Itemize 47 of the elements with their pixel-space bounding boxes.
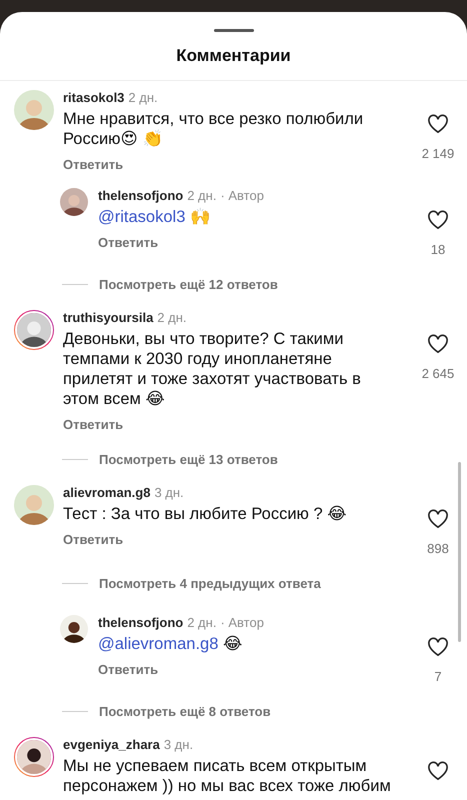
author-label: · Автор [220, 615, 264, 630]
like-count: 7 [434, 669, 442, 684]
mention-link[interactable]: @alievroman.g8 [98, 635, 218, 653]
reply-link[interactable]: Ответить [63, 417, 124, 432]
like-count: 2 645 [422, 366, 454, 381]
view-replies-link[interactable]: Посмотреть ещё 8 ответов [99, 704, 271, 719]
reply-link[interactable]: Ответить [63, 532, 124, 547]
heart-icon[interactable] [427, 334, 449, 354]
reply-link[interactable]: Ответить [63, 157, 124, 172]
username[interactable]: alievroman.g8 [63, 485, 150, 500]
heart-icon[interactable] [427, 114, 449, 134]
heart-icon[interactable] [427, 761, 449, 781]
like-count: 2 149 [422, 146, 454, 161]
timestamp: 3 дн. [154, 485, 184, 500]
heart-icon[interactable] [427, 637, 449, 657]
drag-handle[interactable] [214, 29, 254, 32]
reply-link[interactable]: Ответить [98, 662, 158, 677]
story-ring[interactable] [14, 737, 54, 777]
author-label: · Автор [220, 188, 264, 203]
like-count: 18 [430, 242, 446, 257]
comment-text: Девоньки, вы что творите? С такими темпами к 2030 году инопланетяне прилетят и тоже захотят участвовать в этом всем 😂 [63, 329, 362, 409]
timestamp: 2 дн. [187, 615, 216, 630]
view-replies-link[interactable]: Посмотреть ещё 12 ответов [99, 277, 278, 292]
heart-icon[interactable] [427, 210, 449, 230]
mention-link[interactable]: @ritasokol3 [98, 208, 186, 226]
username[interactable]: thelensofjono [98, 188, 184, 203]
heart-icon[interactable] [427, 509, 449, 529]
story-ring[interactable] [14, 310, 54, 350]
comment-text: Мы не успеваем писать всем открытым персонажем )) но мы вас всех тоже любим [63, 756, 392, 796]
comment-text: Тест : За что вы любите Россию ? 😂 [63, 504, 348, 524]
scrollbar[interactable] [458, 462, 461, 642]
comment-text: 🙌 [190, 208, 211, 226]
username[interactable]: thelensofjono [98, 615, 184, 630]
timestamp: 2 дн. [128, 90, 158, 105]
view-replies-link[interactable]: Посмотреть 4 предыдущих ответа [99, 576, 321, 591]
username[interactable]: truthisyoursila [63, 310, 154, 325]
timestamp: 2 дн. [157, 310, 187, 325]
reply-link[interactable]: Ответить [98, 235, 158, 250]
timestamp: 3 дн. [164, 737, 194, 752]
username[interactable]: ritasokol3 [63, 90, 124, 105]
view-replies-link[interactable]: Посмотреть ещё 13 ответов [99, 452, 278, 467]
sheet-title: Комментарии [175, 46, 292, 66]
like-count: 898 [427, 541, 449, 556]
comment-text: Мне нравится, что все резко полюбили Россию😍 👏 [63, 109, 364, 149]
timestamp: 2 дн. [187, 188, 216, 203]
comment-text: 😂 [222, 635, 242, 653]
username[interactable]: evgeniya_zhara [63, 737, 160, 752]
